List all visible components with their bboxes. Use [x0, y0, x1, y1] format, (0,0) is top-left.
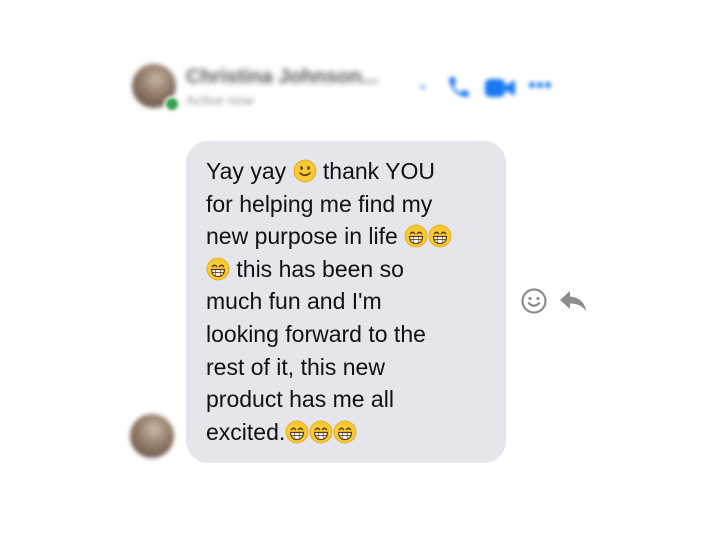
message-line: much fun and I'm [206, 285, 488, 318]
message-text: product has me all [206, 386, 394, 413]
message-text: for helping me find my [206, 190, 433, 217]
reply-arrow-icon[interactable] [558, 288, 588, 314]
chevron-down-icon[interactable]: ⌄ [416, 74, 429, 94]
message-text: this has been so [230, 255, 404, 282]
grinning-face-emoji [309, 420, 333, 444]
message-text: rest of it, this new [206, 353, 385, 380]
message-text: Yay yay [206, 158, 293, 184]
sender-avatar[interactable] [130, 414, 174, 458]
message-line: new purpose in life [206, 220, 488, 253]
chat-header: Christina Johnson... Active now ⌄ [128, 60, 568, 116]
message-line: rest of it, this new [206, 351, 488, 384]
grinning-face-emoji [206, 257, 230, 281]
message-line: this has been so [206, 253, 488, 286]
message-text: much fun and I'm [206, 288, 382, 315]
grinning-face-emoji [404, 224, 428, 248]
message-text: thank YOU [316, 158, 435, 184]
video-camera-icon[interactable] [484, 76, 516, 105]
message-text: looking forward to the [206, 320, 426, 347]
message-text: excited. [206, 418, 286, 445]
online-status-dot [164, 96, 180, 112]
message-line: for helping me find my [206, 188, 488, 221]
message-line: excited. [206, 416, 488, 449]
slightly-smiling-face-emoji [293, 159, 317, 183]
message-line: product has me all [206, 383, 488, 416]
smiley-react-icon[interactable] [520, 287, 548, 315]
message-line: looking forward to the [206, 318, 488, 351]
grinning-face-emoji [333, 420, 357, 444]
contact-name[interactable]: Christina Johnson... [186, 66, 378, 89]
grinning-face-emoji [428, 224, 452, 248]
message-bubble[interactable]: Yay yay thank YOU for helping me find my n… [186, 141, 506, 463]
chat-window: Christina Johnson... Active now ⌄ Yay ya… [0, 0, 720, 540]
grinning-face-emoji [285, 420, 309, 444]
more-icon[interactable] [528, 78, 552, 96]
message-text: new purpose in life [206, 223, 405, 250]
phone-icon[interactable] [446, 74, 472, 105]
contact-status: Active now [186, 92, 254, 108]
message-line: Yay yay thank YOU [206, 155, 488, 188]
